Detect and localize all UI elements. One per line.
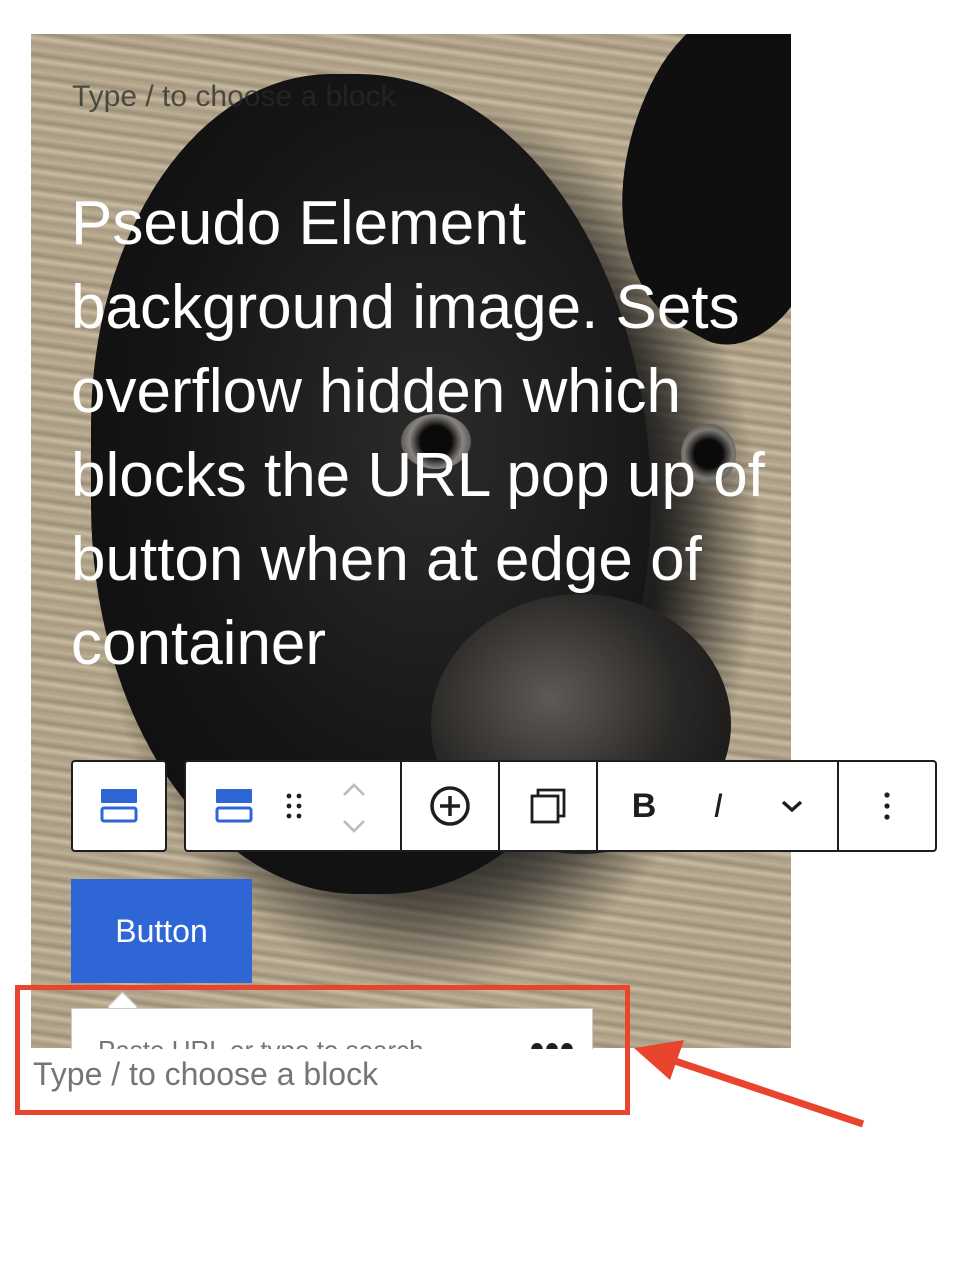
chevron-down-icon [343, 820, 365, 833]
annotation-arrow-icon [634, 1040, 865, 1128]
chevron-up-icon [343, 783, 365, 796]
italic-button[interactable]: I [692, 762, 744, 850]
plus-circle-icon[interactable] [402, 762, 498, 850]
kebab-icon[interactable] [839, 762, 935, 850]
move-down-button[interactable] [334, 804, 374, 848]
bold-button[interactable]: B [618, 762, 670, 850]
toolbar-block-type-group [71, 760, 167, 852]
more-formatting-button[interactable] [766, 762, 818, 850]
chevron-down-icon [781, 800, 803, 813]
button-block-icon[interactable] [208, 762, 260, 850]
cover-heading[interactable]: Pseudo Element background image. Sets ov… [71, 182, 771, 686]
toolbar-divider [596, 762, 598, 850]
annotation-highlight-box [15, 985, 630, 1115]
toolbar-main-group: B I [184, 760, 937, 852]
block-placeholder-top[interactable]: Type / to choose a block [72, 80, 396, 114]
duplicate-icon[interactable] [500, 762, 596, 850]
drag-handle-icon[interactable] [274, 762, 314, 850]
buttons-block-icon[interactable] [73, 762, 165, 850]
button-block[interactable]: Button [71, 879, 252, 983]
